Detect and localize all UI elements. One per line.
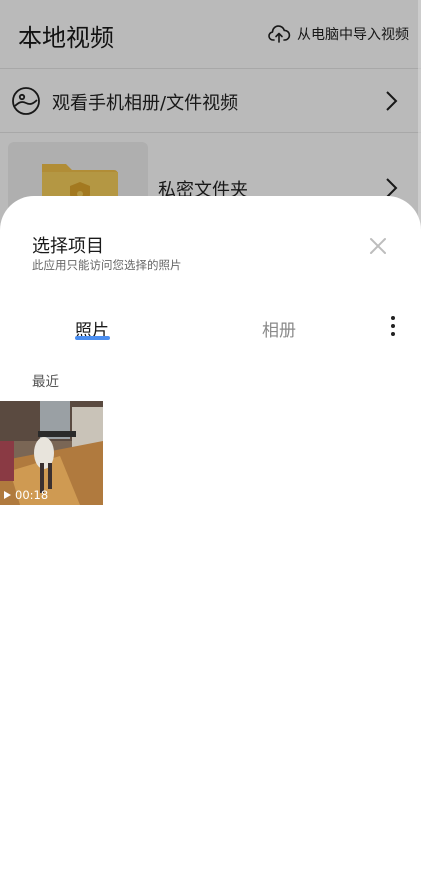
tab-albums[interactable]: 相册 [262,316,296,341]
sheet-title: 选择项目 [32,236,104,257]
duration-label: 00:18 [15,488,49,502]
more-vert-icon[interactable] [386,314,400,338]
dot [391,316,395,320]
sheet-subtitle: 此应用只能访问您选择的照片 [32,258,182,272]
photo-picker-sheet: 选择项目 此应用只能访问您选择的照片 照片 相册 最近 00:18 [0,196,421,873]
play-icon [4,491,11,499]
video-duration: 00:18 [4,488,48,502]
active-tab-indicator [75,336,110,340]
section-recent-label: 最近 [32,374,59,390]
dot [391,332,395,336]
dot [391,324,395,328]
picker-tabs: 照片 相册 [0,310,421,350]
media-item-video[interactable]: 00:18 [0,401,103,505]
close-icon[interactable] [366,234,390,258]
